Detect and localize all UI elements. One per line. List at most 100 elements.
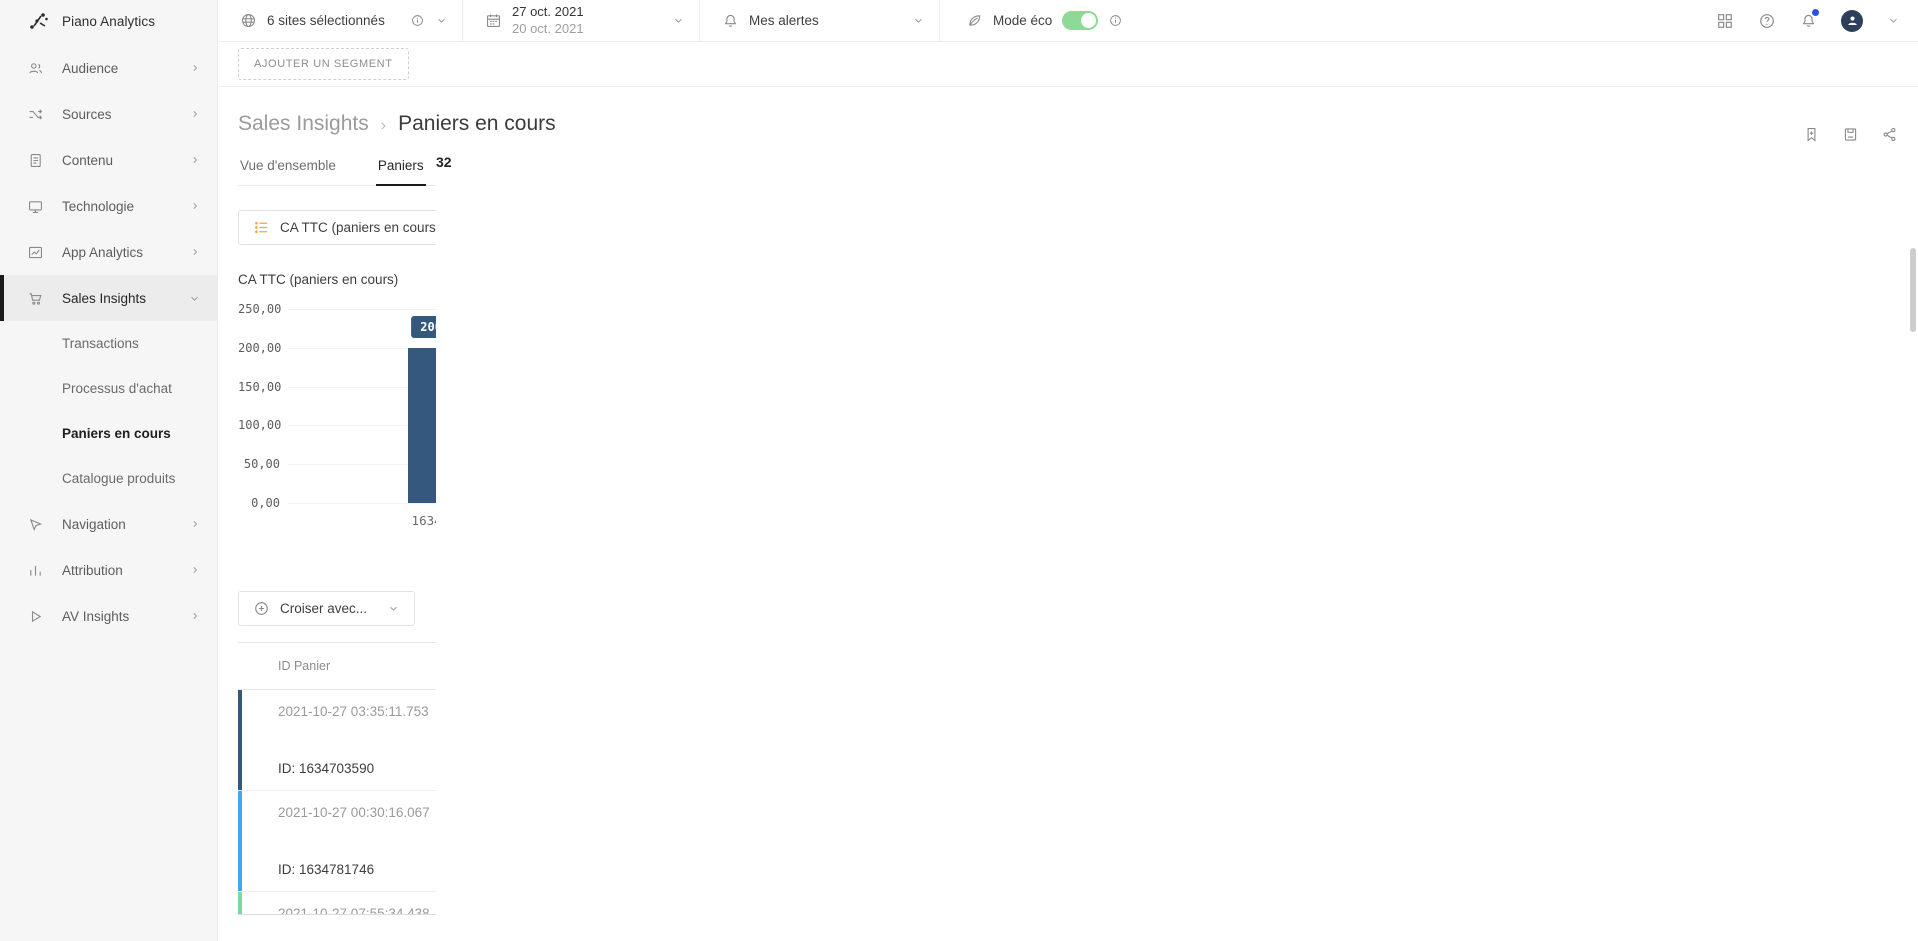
chart-ytick-label: 200,00 [238,341,280,355]
eco-mode-label: Mode éco [993,13,1052,28]
notification-badge [1812,9,1819,16]
sidebar-item-label: App Analytics [62,245,143,260]
sidebar-item-label: Sources [62,107,112,122]
sidebar-item-label: Sales Insights [62,291,146,306]
sidebar-item-label: Contenu [62,153,113,168]
date-secondary: 20 oct. 2021 [512,21,584,37]
share-icon[interactable] [1881,126,1898,143]
chevron-down-icon [188,292,201,305]
chevron-right-icon [189,610,201,622]
cell-id-panier: 2021-10-27 07:55:34.438 [238,892,455,914]
vertical-scrollbar[interactable] [1910,248,1916,332]
sidebar-subitem-transactions[interactable]: Transactions [0,321,217,366]
help-icon[interactable] [1758,12,1776,30]
row-date: 2021-10-27 00:30:16.067 [278,805,441,820]
topbar: 6 sites sélectionnés 27 oct. 2021 20 oct… [218,0,1918,42]
sidebar-item-navigation[interactable]: Navigation [0,501,217,547]
sidebar-item-sources[interactable]: Sources [0,91,217,137]
main-area: AJOUTER UN SEGMENT Sales Insights › Pani… [218,42,1918,941]
date-range-picker[interactable]: 27 oct. 2021 20 oct. 2021 [463,0,700,41]
tab-vue-d-ensemble[interactable]: Vue d'ensemble [238,152,338,185]
av-insights-icon [26,607,44,625]
sidebar-subitem-catalogue-produits[interactable]: Catalogue produits [0,456,217,501]
chart-ytick-label: 50,00 [238,457,280,471]
sidebar-item-app-analytics[interactable]: App Analytics [0,229,217,275]
chevron-right-icon [189,200,201,212]
metric-selector-label: CA TTC (paniers en cours) [280,220,440,235]
eco-mode-toggle[interactable] [1062,11,1098,30]
cell-id-panier: 2021-10-27 03:35:11.753ID: 1634703590 [238,690,455,790]
bell-icon [722,12,739,29]
sidebar-item-label: Navigation [62,517,126,532]
bookmark-add-icon[interactable] [1803,126,1820,143]
navigation-icon [26,515,44,533]
sidebar-item-audience[interactable]: Audience [0,45,217,91]
globe-icon [240,12,257,29]
chart-ytick-label: 150,00 [238,380,280,394]
sidebar-item-technologie[interactable]: Technologie [0,183,217,229]
alerts-label: Mes alertes [749,13,819,28]
sidebar-nav: Audience Sources Contenu Technologie App Ana… [0,42,217,639]
calendar-icon [485,12,502,29]
data-table: ID PanierUtilisateur - Dernier ID (panie… [238,642,1900,941]
eco-mode-control: Mode éco [940,0,1137,41]
date-primary: 27 oct. 2021 [512,4,584,20]
breadcrumb-separator-icon: › [381,117,386,135]
piano-analytics-logo-icon [28,10,50,32]
row-id: ID: 1634781746 [278,862,441,877]
column-header-id-panier[interactable]: ID Panier [238,643,455,689]
chevron-right-icon [189,62,201,74]
chevron-right-icon [189,564,201,576]
list-icon [253,219,270,236]
chevron-right-icon [189,518,201,530]
info-icon[interactable] [1108,13,1123,28]
notifications-bell-icon[interactable] [1800,12,1817,29]
sidebar-item-attribution[interactable]: Attribution [0,547,217,593]
contenu-icon [26,151,44,169]
sidebar-subitem-processus-d-achat[interactable]: Processus d'achat [0,366,217,411]
chevron-down-icon [387,602,400,615]
chart-ytick-label: 0,00 [238,496,280,510]
add-segment-button[interactable]: AJOUTER UN SEGMENT [238,48,409,80]
user-avatar[interactable] [1841,10,1863,32]
chevron-down-icon[interactable] [1887,14,1900,27]
cross-with-label: Croiser avec... [280,601,367,616]
chevron-down-icon [435,14,448,27]
sidebar-subitem-paniers-en-cours[interactable]: Paniers en cours [0,411,217,456]
sources-icon [26,105,44,123]
chevron-right-icon [189,246,201,258]
brand-logo[interactable]: Piano Analytics [0,0,217,42]
chevron-down-icon [912,14,925,27]
sidebar-item-label: Technologie [62,199,134,214]
attribution-icon [26,561,44,579]
site-selector[interactable]: 6 sites sélectionnés [218,0,463,41]
brand-name: Piano Analytics [62,14,155,29]
content: Sales Insights › Paniers en cours Vue d'… [218,112,1918,941]
total-metric-cell: 3248-16-33,3 % [1679,930,1854,941]
chart-ytick-label: 100,00 [238,418,280,432]
table-total-row: Total (Tous les éléments)30 555,00 €31 8… [238,914,1900,941]
cross-with-dropdown[interactable]: Croiser avec... [238,591,415,626]
leaf-icon [966,12,983,29]
tab-paniers[interactable]: Paniers [376,152,426,185]
save-report-icon[interactable] [1842,126,1859,143]
app-window: Piano Analytics Audience Sources Contenu Te… [0,0,1918,941]
sidebar-item-label: Audience [62,61,118,76]
sidebar-item-contenu[interactable]: Contenu [0,137,217,183]
page-title: Paniers en cours [398,112,556,136]
app-analytics-icon [26,243,44,261]
site-selector-label: 6 sites sélectionnés [267,13,385,28]
segment-bar: AJOUTER UN SEGMENT [218,42,1918,87]
plus-circle-icon [253,600,270,617]
row-id: ID: 1634703590 [278,761,441,776]
sales-insights-icon [26,289,44,307]
row-date: 2021-10-27 07:55:34.438 [278,906,441,914]
apps-grid-icon[interactable] [1716,12,1734,30]
topbar-right-icons [1716,0,1918,41]
info-icon[interactable] [410,13,425,28]
chart-ytick-label: 250,00 [238,302,280,316]
sidebar-item-av-insights[interactable]: AV Insights [0,593,217,639]
sidebar-item-sales-insights[interactable]: Sales Insights [0,275,217,321]
breadcrumb-parent[interactable]: Sales Insights [238,112,369,136]
alerts-menu[interactable]: Mes alertes [700,0,940,41]
